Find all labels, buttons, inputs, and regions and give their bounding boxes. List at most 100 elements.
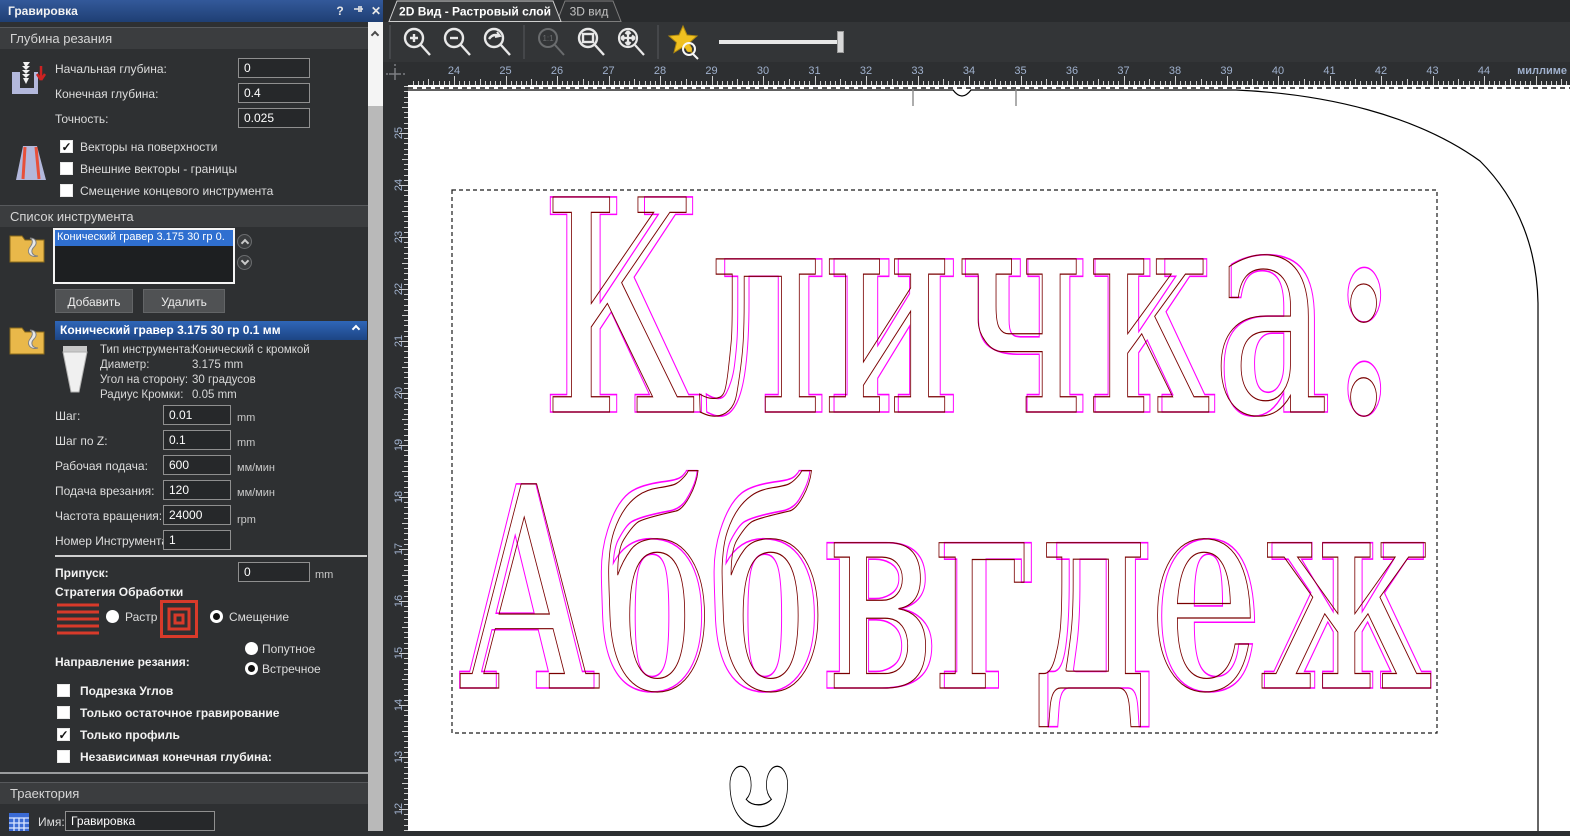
tool-list-item[interactable]: Конический гравер 3.175 30 гр 0. [55, 230, 233, 246]
ruler-tick [711, 76, 713, 85]
zoom-extents-icon[interactable] [611, 23, 651, 61]
tool-header-label: Конический гравер 3.175 30 гр 0.1 мм [60, 323, 281, 337]
ruler-tick [660, 76, 661, 85]
field-label: Конечная глубина: [55, 87, 159, 101]
tool-header[interactable]: Конический гравер 3.175 30 гр 0.1 мм [55, 321, 367, 340]
ruler-number: 27 [602, 65, 615, 77]
svg-text:1:1: 1:1 [542, 34, 554, 43]
ruler-unit-label: миллиме [1517, 65, 1567, 77]
feedrate-input[interactable] [163, 455, 231, 475]
tool-prop-label: Радиус Кромки: [100, 389, 184, 401]
checkbox-independent-depth[interactable]: ✓ [57, 750, 70, 763]
close-icon[interactable]: ✕ [368, 3, 384, 19]
pin-icon[interactable] [350, 3, 366, 19]
panel-scrollbar[interactable] [368, 22, 383, 831]
tab-3d-label[interactable]: 3D вид [570, 5, 609, 19]
ruler-number: 40 [1271, 65, 1285, 77]
param-label: Номер Инструмента: [55, 534, 172, 548]
spindle-input[interactable] [163, 505, 231, 525]
radio-raster[interactable] [106, 610, 119, 623]
checkbox-label: Только остаточное гравирование [80, 706, 280, 720]
checkbox-profile-only[interactable]: ✓ [57, 728, 70, 741]
ruler-tick [969, 76, 970, 85]
scroll-up-button[interactable] [368, 22, 383, 46]
checkbox-endmill-offset[interactable]: ✓ [60, 184, 73, 197]
zoom-slider[interactable] [719, 30, 849, 54]
tool-up-button[interactable] [237, 234, 252, 249]
ruler-number: 32 [859, 65, 873, 77]
checkbox-label: Независимая конечная глубина: [80, 750, 272, 764]
param-unit: mm [237, 412, 256, 424]
slider-handle[interactable] [837, 31, 844, 53]
tool-list[interactable]: Конический гравер 3.175 30 гр 0. [53, 228, 235, 284]
remove-tool-button[interactable]: Удалить [143, 289, 225, 313]
tool-cone-icon [62, 346, 88, 393]
vectors-icon [16, 146, 46, 180]
radio-conventional[interactable] [245, 662, 258, 675]
radio-climb[interactable] [245, 642, 258, 655]
ruler-tick [1278, 76, 1279, 85]
ruler-number: 41 [1323, 65, 1336, 77]
ruler-tick [1020, 76, 1022, 85]
zoom-objects-icon[interactable] [665, 23, 705, 61]
param-unit: мм/мин [237, 462, 275, 474]
checkbox-corner-sharpening[interactable]: ✓ [57, 684, 70, 697]
toolbar-divider [389, 25, 391, 59]
trajectory-name-input[interactable] [65, 811, 215, 831]
divider [0, 772, 368, 774]
zoom-previous-icon[interactable] [477, 23, 517, 61]
checkbox-outer-vectors[interactable]: ✓ [60, 162, 73, 175]
plungerate-input[interactable] [163, 480, 231, 500]
scrollbar-thumb[interactable] [368, 46, 383, 106]
allowance-input[interactable] [238, 562, 310, 582]
slider-track[interactable] [719, 40, 841, 44]
vector-text-row3-partial[interactable]: зийклмноп [469, 732, 1550, 836]
ruler-tick [1226, 76, 1228, 85]
tool-prop-label: Диаметр: [100, 359, 150, 371]
allowance-label: Припуск: [55, 566, 109, 580]
help-icon[interactable]: ? [332, 3, 348, 19]
add-tool-button[interactable]: Добавить [55, 289, 133, 313]
field-label: Начальная глубина: [55, 62, 167, 76]
panel-title: Гравировка [8, 4, 78, 18]
checkbox-vectors-on-surface[interactable]: ✓ [60, 140, 73, 153]
ruler-tick [1381, 76, 1382, 85]
zoom-window-icon[interactable] [571, 23, 611, 61]
radio-label: Растр [125, 610, 158, 624]
end-depth-input[interactable] [238, 83, 310, 103]
ruler-tick [1484, 76, 1485, 85]
zoom-1to1-icon[interactable]: 1:1 [531, 23, 571, 61]
toolnumber-input[interactable] [163, 530, 231, 550]
canvas-2d-view[interactable]: Кличка: Кличка: Аббвгдеж Аббвгдеж зийклм… [408, 85, 1570, 836]
ruler-number: 28 [653, 65, 667, 77]
tolerance-input[interactable] [238, 108, 310, 128]
stepover-input[interactable] [163, 405, 231, 425]
tool-prop-label: Угол на сторону: [100, 374, 189, 386]
ruler-number: 25 [499, 65, 512, 77]
toolbar-divider [657, 25, 659, 59]
ruler-tick [505, 76, 507, 85]
ruler-tick [1123, 76, 1125, 85]
stepdown-input[interactable] [163, 430, 231, 450]
zoom-out-icon[interactable] [437, 23, 477, 61]
ruler-number: 37 [1117, 65, 1130, 77]
engraving-panel: Гравировка ? ✕ Глубина резания Начальная… [0, 0, 383, 831]
zoom-in-icon[interactable] [397, 23, 437, 61]
panel-body: Глубина резания Начальная глубина: Конеч… [0, 22, 368, 831]
tool-down-button[interactable] [237, 255, 252, 270]
panel-titlebar: Гравировка ? ✕ [0, 0, 383, 22]
radio-offset[interactable] [210, 610, 223, 623]
trajectory-name-label: Имя: [38, 815, 65, 829]
raster-strategy-icon [57, 603, 99, 635]
divider [55, 555, 367, 557]
start-depth-input[interactable] [238, 58, 310, 78]
ruler-number: 39 [1220, 65, 1233, 77]
tool-prop-value: 0.05 mm [192, 389, 237, 401]
param-label: Рабочая подача: [55, 459, 148, 473]
trajectory-icon [9, 813, 29, 831]
section-header-trajectory: Траектория [0, 782, 368, 804]
tab-2d-label[interactable]: 2D Вид - Растровый слой [399, 5, 551, 19]
checkbox-rest-engraving[interactable]: ✓ [57, 706, 70, 719]
collapse-icon[interactable] [351, 324, 361, 334]
checkbox-label: Смещение концевого инструмента [80, 184, 274, 198]
